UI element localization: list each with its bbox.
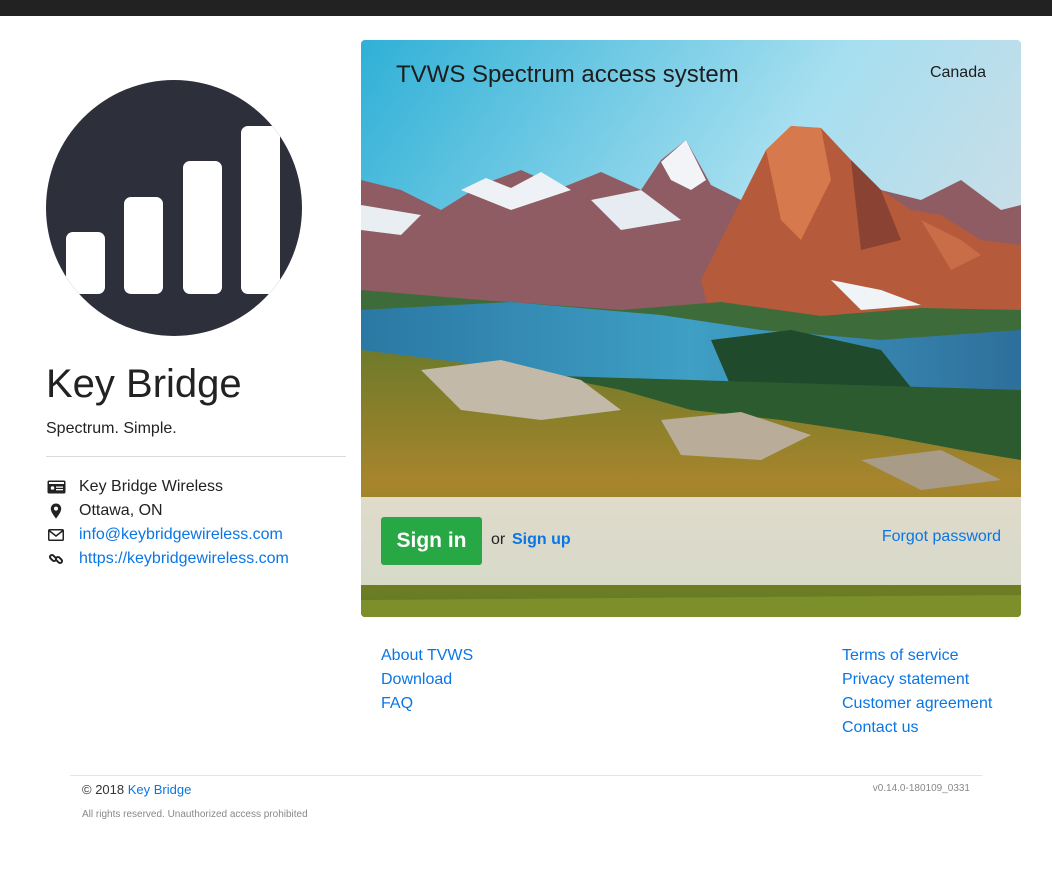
contact-us-link[interactable]: Contact us [842, 716, 992, 740]
contact-company-text: Key Bridge Wireless [79, 478, 224, 495]
contact-list: Key Bridge Wireless Ottawa, ON info@keyb… [46, 475, 346, 571]
copyright-brand-link[interactable]: Key Bridge [128, 782, 192, 797]
brand-tagline: Spectrum. Simple. [46, 420, 177, 437]
contact-company: Key Bridge Wireless [46, 475, 346, 499]
copyright: © 2018 Key Bridge [82, 782, 191, 797]
divider [46, 456, 346, 457]
contact-email: info@keybridgewireless.com [46, 523, 346, 547]
contact-location-text: Ottawa, ON [79, 502, 163, 519]
customer-agreement-link[interactable]: Customer agreement [842, 692, 992, 716]
privacy-statement-link[interactable]: Privacy statement [842, 668, 992, 692]
signin-panel: Sign in or Sign up Forgot password [361, 497, 1021, 585]
brand-logo [46, 80, 302, 336]
hero-panel: TVWS Spectrum access system Canada Sign … [361, 40, 1021, 617]
about-tvws-link[interactable]: About TVWS [381, 644, 473, 668]
contact-location: Ottawa, ON [46, 499, 346, 523]
link-icon [46, 549, 66, 569]
terms-of-service-link[interactable]: Terms of service [842, 644, 992, 668]
legal-links: Terms of service Privacy statement Custo… [842, 644, 992, 740]
top-bar [0, 0, 1052, 16]
download-link[interactable]: Download [381, 668, 473, 692]
signin-button[interactable]: Sign in [381, 517, 482, 565]
region-label: Canada [929, 64, 986, 81]
contact-website: https://keybridgewireless.com [46, 547, 346, 571]
brand-name: Key Bridge [46, 362, 242, 406]
info-links: About TVWS Download FAQ [381, 644, 473, 716]
faq-link[interactable]: FAQ [381, 692, 473, 716]
signup-link[interactable]: Sign up [512, 531, 571, 549]
hero-title: TVWS Spectrum access system [396, 61, 739, 88]
or-text: or [491, 531, 506, 548]
website-link[interactable]: https://keybridgewireless.com [79, 550, 289, 568]
footer-divider [70, 775, 982, 776]
email-link[interactable]: info@keybridgewireless.com [79, 526, 283, 544]
id-card-icon [46, 477, 66, 497]
version-label: v0.14.0-180109_0331 [872, 783, 970, 794]
rights-text: All rights reserved. Unauthorized access… [82, 809, 308, 820]
envelope-icon [46, 525, 66, 545]
copyright-text: © 2018 [82, 782, 125, 797]
forgot-password-link[interactable]: Forgot password [882, 528, 1001, 546]
map-marker-icon [46, 501, 66, 521]
